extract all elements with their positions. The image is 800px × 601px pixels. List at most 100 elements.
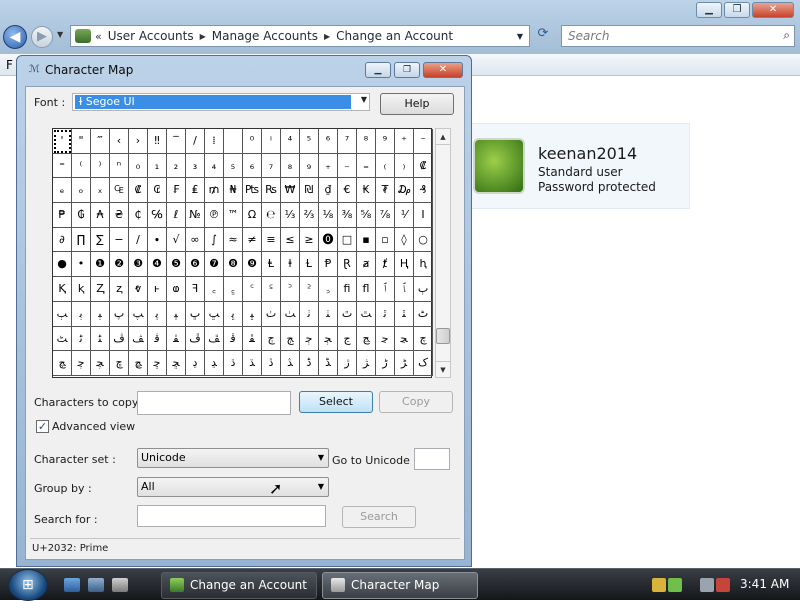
address-bar[interactable]: « User Accounts ▶ Manage Accounts ▶ Chan… (70, 25, 530, 47)
character-cell[interactable]: ₆ (243, 153, 262, 179)
character-cell[interactable]: ₄ (205, 153, 224, 179)
character-cell[interactable]: ﭓ (53, 301, 72, 327)
group-by-select[interactable]: All ▼ (137, 477, 329, 497)
go-to-unicode-input[interactable] (414, 448, 450, 470)
character-cell[interactable]: Ᵽ (319, 252, 338, 278)
character-cell[interactable]: ∑ (91, 227, 110, 253)
character-cell[interactable]: ₑ (53, 178, 72, 204)
character-cell[interactable]: ‼ (148, 129, 167, 154)
character-cell[interactable]: • (72, 252, 91, 278)
character-cell[interactable]: ₓ (91, 178, 110, 204)
quick-launch-app-icon[interactable] (112, 578, 128, 592)
character-cell[interactable]: ❾ (243, 252, 262, 278)
character-cell[interactable]: ₁ (148, 153, 167, 179)
character-cell[interactable]: ⱥ (357, 252, 376, 278)
character-cell[interactable]: ⱬ (110, 277, 129, 302)
character-cell[interactable]: ₒ (72, 178, 91, 204)
character-cell[interactable]: ﮌ (376, 351, 395, 376)
character-cell[interactable]: √ (167, 227, 186, 253)
character-cell[interactable]: ₍ (376, 153, 395, 179)
show-desktop-icon[interactable] (64, 578, 80, 592)
character-cell[interactable]: ﭒ (414, 277, 433, 302)
character-cell[interactable]: ﭗ (129, 301, 148, 327)
character-cell[interactable]: ﭺ (414, 326, 433, 352)
character-cell[interactable]: ﮁ (167, 351, 186, 376)
character-cell[interactable]: ﭳ (281, 326, 300, 352)
minimize-button[interactable]: ▁ (365, 62, 391, 78)
character-cell[interactable]: " (72, 129, 91, 154)
scroll-thumb[interactable] (436, 328, 450, 344)
character-cell[interactable]: ꜀ (205, 277, 224, 302)
character-cell[interactable]: ₲ (72, 203, 91, 228)
character-cell[interactable]: ₅ (224, 153, 243, 179)
character-cell[interactable]: ‹ (110, 129, 129, 154)
back-button[interactable]: ◀ (3, 25, 27, 49)
breadcrumb-user-accounts[interactable]: User Accounts (108, 29, 194, 43)
character-cell[interactable]: ❼ (205, 252, 224, 278)
character-cell[interactable]: ﮈ (300, 351, 319, 376)
character-cell[interactable]: ❻ (186, 252, 205, 278)
character-cell[interactable]: ﭘ (148, 301, 167, 327)
character-cell[interactable]: ⁺ (395, 129, 414, 154)
character-cell[interactable]: › (129, 129, 148, 154)
character-cell[interactable]: ﮊ (338, 351, 357, 376)
address-dropdown-icon[interactable]: ▼ (517, 32, 523, 41)
character-cell[interactable]: ﭞ (262, 301, 281, 327)
character-cell[interactable]: ﭵ (319, 326, 338, 352)
character-cell[interactable]: ⁾ (91, 153, 110, 179)
security-tray-icon[interactable] (668, 578, 682, 592)
character-cell[interactable]: ⁱ (262, 129, 281, 154)
character-cell[interactable]: ₳ (91, 203, 110, 228)
character-cell[interactable]: ○ (414, 227, 433, 253)
character-cell[interactable]: ₰ (414, 178, 433, 204)
character-cell[interactable]: ❷ (110, 252, 129, 278)
character-cell[interactable]: □ (338, 227, 357, 253)
breadcrumb-overflow-icon[interactable]: « (95, 30, 102, 43)
character-cell[interactable]: ﮂ (186, 351, 205, 376)
copy-button[interactable]: Copy (379, 391, 453, 413)
character-cell[interactable]: ﮍ (395, 351, 414, 376)
chevron-down-icon[interactable]: ▼ (318, 449, 324, 467)
character-cell[interactable]: ﮄ (224, 351, 243, 376)
search-input[interactable]: Search ⌕ (561, 25, 795, 47)
character-cell[interactable]: ₋ (338, 153, 357, 179)
character-cell[interactable]: ₠ (110, 178, 129, 204)
character-cell[interactable]: ⓿ (319, 227, 338, 253)
character-cell[interactable]: ﭽ (91, 351, 110, 376)
character-cell[interactable]: ⱦ (376, 252, 395, 278)
character-cell[interactable]: ⅜ (338, 203, 357, 228)
recent-pages-dropdown-icon[interactable]: ▼ (57, 30, 63, 39)
character-cell[interactable]: ℅ (148, 203, 167, 228)
character-cell[interactable]: ﮎ (414, 351, 433, 376)
character-cell[interactable]: Ɫ (300, 252, 319, 278)
character-cell[interactable]: ﬁ (338, 277, 357, 302)
character-cell[interactable]: Ⱡ (262, 252, 281, 278)
character-cell[interactable]: ﭑ (395, 277, 414, 302)
character-cell[interactable]: / (186, 129, 205, 154)
character-cell[interactable]: ₎ (395, 153, 414, 179)
clock[interactable]: 3:41 AM (740, 577, 789, 591)
character-cell[interactable]: ₣ (167, 178, 186, 204)
character-cell[interactable]: ﮉ (319, 351, 338, 376)
character-cell[interactable]: ﭙ (167, 301, 186, 327)
character-cell[interactable]: ﭭ (167, 326, 186, 352)
character-cell[interactable]: ﮆ (262, 351, 281, 376)
character-cell[interactable]: ﭜ (224, 301, 243, 327)
character-cell[interactable]: ℓ (167, 203, 186, 228)
character-cell[interactable]: ﬂ (357, 277, 376, 302)
character-cell[interactable] (224, 129, 243, 154)
character-cell[interactable]: ₱ (53, 203, 72, 228)
character-cell[interactable]: ⅛ (319, 203, 338, 228)
scroll-up-icon[interactable]: ▲ (436, 129, 450, 145)
refresh-icon[interactable]: ⟳ (532, 26, 554, 46)
volume-muted-icon[interactable] (716, 578, 730, 592)
task-change-account[interactable]: Change an Account (161, 572, 317, 599)
character-cell[interactable]: ⅞ (376, 203, 395, 228)
character-cell[interactable]: Ω (243, 203, 262, 228)
font-select[interactable]: Ɨ Segoe UI ▼ (72, 93, 370, 111)
character-cell[interactable]: ❸ (129, 252, 148, 278)
character-cell[interactable]: ﭤ (376, 301, 395, 327)
character-cell[interactable]: ₴ (110, 203, 129, 228)
character-cell[interactable]: ₫ (319, 178, 338, 204)
explorer-menu-item[interactable]: F (6, 58, 13, 72)
